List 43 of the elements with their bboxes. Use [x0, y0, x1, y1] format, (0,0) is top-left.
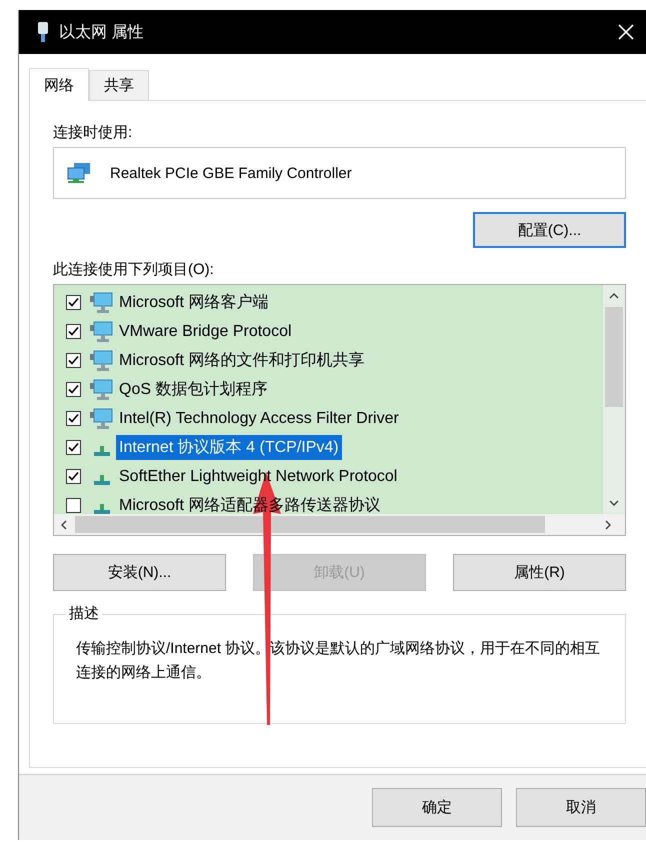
- vertical-scrollbar[interactable]: [603, 285, 625, 514]
- list-item[interactable]: Microsoft 网络的文件和打印机共享: [116, 348, 368, 373]
- monitor-icon: [90, 378, 114, 400]
- protocol-icon: [94, 474, 110, 484]
- configure-button[interactable]: 配置(C)...: [473, 212, 626, 248]
- list-item[interactable]: Internet 协议版本 4 (TCP/IPv4): [116, 435, 342, 460]
- dialog-button[interactable]: 确定: [372, 788, 502, 827]
- scroll-right-icon[interactable]: [605, 520, 611, 530]
- checkbox[interactable]: [66, 295, 81, 310]
- section-label: 此连接使用下列项目(O):: [53, 260, 215, 280]
- checkbox[interactable]: [66, 469, 81, 484]
- dialog-button[interactable]: 取消: [516, 788, 646, 827]
- description-text: 传输控制协议/Internet 协议。该协议是默认的广域网络协议，用于在不同的相互连接的网络上通信。: [76, 639, 602, 683]
- window-title: 以太网 属性: [59, 22, 144, 42]
- checkbox[interactable]: [66, 411, 81, 426]
- list-item[interactable]: Microsoft 网络客户端: [116, 290, 272, 315]
- protocol-icon: [94, 446, 110, 456]
- horizontal-scrollbar[interactable]: [54, 514, 625, 535]
- monitor-icon: [90, 292, 114, 314]
- monitor-icon: [90, 408, 114, 430]
- checkbox[interactable]: [66, 498, 81, 513]
- group-title: 描述: [66, 604, 102, 623]
- list-item[interactable]: Intel(R) Technology Access Filter Driver: [116, 408, 402, 430]
- protocol-icon: [94, 504, 110, 514]
- network-computers-icon: [66, 162, 92, 184]
- scroll-up-icon[interactable]: [609, 293, 619, 299]
- monitor-icon: [90, 350, 114, 372]
- checkbox[interactable]: [66, 440, 81, 455]
- checkbox[interactable]: [66, 324, 81, 339]
- scroll-down-icon[interactable]: [609, 500, 619, 506]
- section-label: 连接时使用:: [53, 123, 134, 143]
- tab[interactable]: 共享: [89, 70, 149, 100]
- action-button[interactable]: 属性(R): [453, 554, 626, 591]
- list-item[interactable]: QoS 数据包计划程序: [116, 377, 270, 402]
- scroll-left-icon[interactable]: [61, 520, 67, 530]
- checkbox[interactable]: [66, 353, 81, 368]
- adapter-name: Realtek PCIe GBE Family Controller: [110, 164, 352, 182]
- checkbox[interactable]: [66, 382, 81, 397]
- network-plug-icon: [37, 21, 49, 43]
- monitor-icon: [90, 320, 114, 342]
- list-item[interactable]: VMware Bridge Protocol: [116, 320, 295, 342]
- action-button[interactable]: 安装(N)...: [53, 554, 226, 591]
- tab[interactable]: 网络: [29, 68, 89, 101]
